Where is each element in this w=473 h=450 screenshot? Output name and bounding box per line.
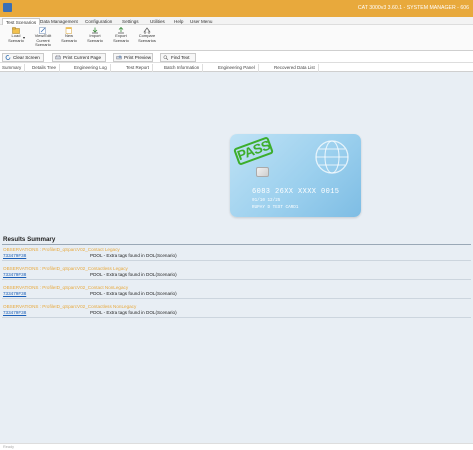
print-icon: [55, 55, 61, 60]
refresh-icon: [5, 55, 11, 60]
load-scenario-button[interactable]: Load Scenario: [3, 27, 29, 49]
menu-tab-configuration[interactable]: Configuration: [85, 18, 112, 25]
print-preview-button[interactable]: Print Preview: [113, 53, 153, 62]
test-card-image: 6083 26XX XXXX 0015 01/10 12/25 RUPAY D …: [230, 134, 361, 217]
summary-panel: 6083 26XX XXXX 0015 01/10 12/25 RUPAY D …: [0, 72, 473, 443]
tab-recovered-data-list[interactable]: Recovered Data List: [274, 64, 319, 72]
result-message: PDOL - Extra tags found in DOL(Scenario): [90, 309, 177, 315]
find-text-button[interactable]: Find Text: [160, 53, 196, 62]
result-id-link[interactable]: 733479F38: [3, 310, 26, 315]
status-text: Ready: [3, 445, 14, 449]
ribbon: Load Scenario ▾ View/Edit Current Scenar…: [0, 25, 473, 51]
divider: [2, 260, 471, 261]
divider: [2, 317, 471, 318]
divider: [2, 244, 471, 245]
result-message: PDOL - Extra tags found in DOL(Scenario): [90, 252, 177, 258]
result-id-link[interactable]: 733479F38: [3, 272, 26, 277]
menu-tab-user-menu[interactable]: User Menu: [190, 18, 212, 25]
menu-tab-utilities[interactable]: Utilities: [150, 18, 165, 25]
result-message: PDOL - Extra tags found in DOL(Scenario): [90, 271, 177, 277]
tab-batch-information[interactable]: Batch Information: [164, 64, 204, 72]
search-icon: [163, 55, 169, 60]
menu-tab-data-management[interactable]: Data Management: [40, 18, 78, 25]
globe-icon: [315, 140, 349, 174]
tab-details-tree[interactable]: Details Tree: [32, 64, 61, 72]
chevron-down-icon[interactable]: ▾: [23, 35, 25, 40]
menu-tab-help[interactable]: Help: [174, 18, 183, 25]
clear-screen-button[interactable]: Clear Screen: [2, 53, 44, 62]
results-heading: Results Summary: [3, 236, 56, 243]
toolbar: Clear Screen Print Current Page Print Pr…: [0, 52, 473, 63]
new-scenario-button[interactable]: New Scenario: [56, 27, 82, 49]
menu-bar: Test Scenarios Data Management Configura…: [0, 17, 473, 25]
result-item: OBSERVATIONS : ProfileID_qSparcV02_Conta…: [2, 247, 471, 263]
export-scenario-button[interactable]: Export Scenario: [108, 27, 134, 49]
result-item: OBSERVATIONS : ProfileID_qSparcV02_Conta…: [2, 285, 471, 301]
import-scenario-button[interactable]: Import Scenario: [82, 27, 108, 49]
tab-engineering-log[interactable]: Engineering Log: [74, 64, 111, 72]
result-item: OBSERVATIONS : ProfileID_qSparcV02_Conta…: [2, 266, 471, 282]
divider: [2, 298, 471, 299]
compare-scenarios-button[interactable]: Compare Scenarios: [134, 27, 160, 49]
title-bar: CAT 3000v3 3.60.1 - SYSTEM MANAGER - 606: [0, 0, 473, 17]
result-id-link[interactable]: 733479F38: [3, 253, 26, 258]
card-number: 6083 26XX XXXX 0015: [252, 188, 340, 196]
card-holder: RUPAY D TEST CARD1: [252, 205, 299, 210]
divider: [2, 279, 471, 280]
results-summary: Results Summary OBSERVATIONS : ProfileID…: [0, 234, 473, 443]
window-title: CAT 3000v3 3.60.1 - SYSTEM MANAGER - 606: [357, 5, 469, 11]
tab-summary[interactable]: Summary: [2, 64, 26, 72]
result-item: OBSERVATIONS : ProfileID_qSparcV02_Conta…: [2, 304, 471, 320]
chip-icon: [256, 167, 269, 177]
print-preview-icon: [116, 55, 122, 60]
status-bar: Ready: [0, 443, 473, 450]
result-message: PDOL - Extra tags found in DOL(Scenario): [90, 290, 177, 296]
app-icon: [3, 3, 12, 12]
print-current-page-button[interactable]: Print Current Page: [52, 53, 106, 62]
card-expiry: 01/10 12/25: [252, 198, 281, 203]
tab-engineering-panel[interactable]: Engineering Panel: [218, 64, 259, 72]
result-id-link[interactable]: 733479F38: [3, 291, 26, 296]
menu-tab-test-scenarios[interactable]: Test Scenarios: [2, 18, 41, 25]
view-tabs: Summary Details Tree Engineering Log Tes…: [0, 64, 473, 72]
view-edit-scenario-button[interactable]: View/Edit Current Scenario: [30, 27, 56, 49]
menu-tab-settings[interactable]: Settings: [122, 18, 139, 25]
tab-test-report[interactable]: Test Report: [126, 64, 154, 72]
